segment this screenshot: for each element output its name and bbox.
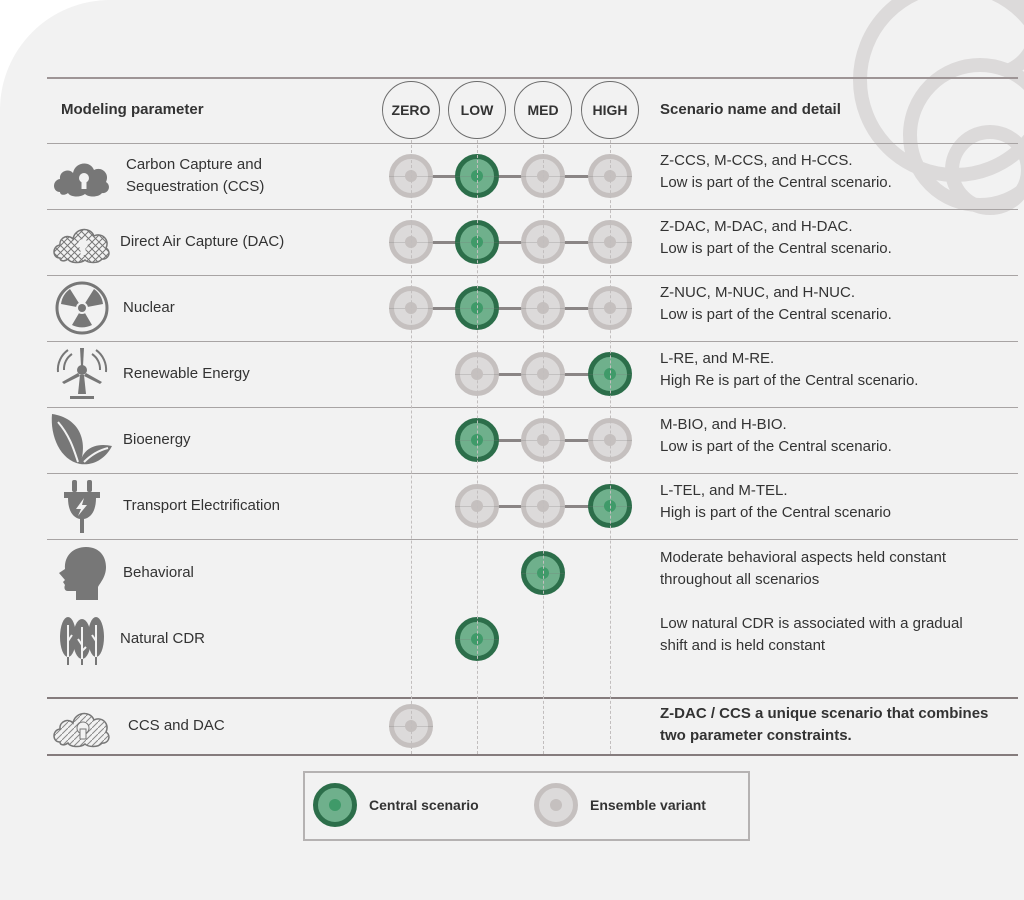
column-guide-low (477, 140, 478, 754)
wind-turbine-icon (50, 346, 114, 402)
parameter-label: CCS and DAC (128, 715, 225, 737)
scenario-detail-line: two parameter constraints. (660, 727, 852, 744)
row-divider (47, 275, 1018, 276)
scenario-detail-line: Z-NUC, M-NUC, and H-NUC. (660, 284, 855, 301)
scenario-detail-line: Z-DAC / CCS a unique scenario that combi… (660, 705, 989, 722)
scenario-detail-line: throughout all scenarios (660, 571, 820, 588)
parameter-label: Carbon Capture and Sequestration (CCS) (126, 154, 264, 198)
parameter-label-line: Natural CDR (120, 630, 206, 647)
scenario-detail: Z-DAC / CCS a unique scenario that combi… (660, 703, 1010, 747)
column-guide-high (610, 140, 611, 754)
scenario-detail-line: High is part of the Central scenario (660, 504, 891, 521)
scenario-detail: M-BIO, and H-BIO. Low is part of the Cent… (660, 414, 1010, 458)
row-divider (47, 407, 1018, 408)
legend-ensemble-label: Ensemble variant (590, 797, 706, 813)
level-connector-line (411, 240, 610, 244)
table-bottom-rule (47, 754, 1018, 756)
scenario-detail: L-RE, and M-RE. High Re is part of the Ce… (660, 348, 1010, 392)
header-parameter-label: Modeling parameter (61, 101, 204, 118)
column-guide-med (543, 140, 544, 754)
scenario-detail: Z-DAC, M-DAC, and H-DAC. Low is part of t… (660, 216, 1010, 260)
human-head-icon (50, 545, 114, 601)
scenario-detail-line: L-TEL, and M-TEL. (660, 482, 788, 499)
scenario-detail-line: Low is part of the Central scenario. (660, 174, 892, 191)
scenario-detail-line: Z-CCS, M-CCS, and H-CCS. (660, 152, 853, 169)
parameter-label: Bioenergy (123, 429, 191, 451)
column-head-med: MED (514, 81, 572, 139)
scenario-detail-line: Low is part of the Central scenario. (660, 438, 892, 455)
hatched-cloud-keyhole-icon (50, 698, 114, 754)
parameter-label: Transport Electrification (123, 495, 280, 517)
combined-top-rule (47, 697, 1018, 699)
scenario-detail: Moderate behavioral aspects held constan… (660, 547, 1010, 591)
parameter-label-line: Behavioral (123, 564, 194, 581)
parameter-label-line: Transport Electrification (123, 497, 281, 514)
parameter-label-line: Bioenergy (123, 431, 191, 448)
legend-central-marker-icon (313, 783, 357, 827)
parameter-label: Behavioral (123, 562, 194, 584)
parameter-label-line: Nuclear (123, 299, 175, 316)
row-divider (47, 539, 1018, 540)
row-divider (47, 209, 1018, 210)
legend: Central scenario Ensemble variant (303, 771, 750, 841)
column-head-low: LOW (448, 81, 506, 139)
scenario-detail-line: Z-DAC, M-DAC, and H-DAC. (660, 218, 853, 235)
parameter-label: Nuclear (123, 297, 175, 319)
scenario-detail: Low natural CDR is associated with a gra… (660, 613, 1010, 657)
parameter-label-line: CCS and DAC (128, 716, 225, 734)
parameter-label: Natural CDR (120, 628, 205, 650)
mesh-cloud-keyhole-icon (50, 214, 114, 270)
parameter-label-line: Renewable Energy (123, 365, 250, 382)
header-bottom-rule (47, 143, 1018, 144)
scenario-detail: Z-CCS, M-CCS, and H-CCS. Low is part of t… (660, 150, 1010, 194)
scenario-detail-line: shift and is held constant (660, 637, 826, 654)
level-connector-line (411, 306, 610, 310)
parameter-label-line: Carbon Capture and (126, 156, 262, 173)
level-connector-line (411, 174, 610, 178)
scenario-detail-line: M-BIO, and H-BIO. (660, 416, 787, 433)
trees-icon (50, 611, 114, 667)
legend-ensemble-marker-icon (534, 783, 578, 827)
column-head-high: HIGH (581, 81, 639, 139)
scenario-detail-line: Low is part of the Central scenario. (660, 306, 892, 323)
scenario-detail-line: Low natural CDR is associated with a gra… (660, 615, 963, 632)
scenario-detail-line: Low is part of the Central scenario. (660, 240, 892, 257)
parameter-label: Direct Air Capture (DAC) (120, 231, 284, 253)
scenario-detail-line: Moderate behavioral aspects held constan… (660, 549, 947, 566)
parameter-label: Renewable Energy (123, 363, 250, 385)
column-head-zero: ZERO (382, 81, 440, 139)
radiation-icon (50, 280, 114, 336)
scenario-detail: Z-NUC, M-NUC, and H-NUC. Low is part of t… (660, 282, 1010, 326)
scenario-detail-line: High Re is part of the Central scenario. (660, 372, 919, 389)
electric-plug-icon (50, 478, 114, 534)
parameter-label-line: Direct Air Capture (DAC) (120, 233, 285, 250)
leaves-icon (50, 412, 114, 468)
column-guide-zero (411, 140, 412, 754)
cloud-keyhole-icon (50, 148, 114, 204)
scenario-detail-line: L-RE, and M-RE. (660, 350, 775, 367)
row-divider (47, 341, 1018, 342)
table-top-rule (47, 77, 1018, 79)
row-divider (47, 473, 1018, 474)
header-detail-label: Scenario name and detail (660, 101, 841, 118)
scenario-detail: L-TEL, and M-TEL. High is part of the Cen… (660, 480, 1010, 524)
legend-central-label: Central scenario (369, 797, 479, 813)
parameter-label-line: Sequestration (CCS) (126, 178, 265, 195)
